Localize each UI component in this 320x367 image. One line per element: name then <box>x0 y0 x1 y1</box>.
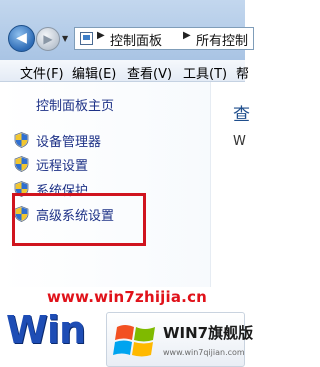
forward-button[interactable]: ▶ <box>36 27 60 51</box>
menu-view[interactable]: 查看(V) <box>127 63 172 82</box>
breadcrumb-all-items[interactable]: 所有控制 <box>196 30 248 49</box>
address-bar[interactable]: ▶ 控制面板 ▶ 所有控制 <box>74 27 254 50</box>
shield-icon <box>14 156 29 172</box>
menu-tools[interactable]: 工具(T) <box>183 63 227 82</box>
highlight-annotation <box>12 193 146 246</box>
control-panel-home-link[interactable]: 控制面板主页 <box>36 95 114 114</box>
recent-pages-dropdown[interactable]: ▼ <box>62 34 68 43</box>
content-text: W <box>233 134 246 149</box>
back-button[interactable]: ◀ <box>8 25 35 52</box>
breadcrumb-control-panel[interactable]: 控制面板 <box>110 30 162 49</box>
task-label: 设备管理器 <box>36 135 102 150</box>
watermark-url: www.win7zhijia.cn <box>47 288 208 306</box>
watermark-badge: WIN7旗舰版 www.win7qijian.com <box>106 312 253 367</box>
arrow-right-icon: ▶ <box>43 32 53 46</box>
content-pane: 查 W <box>210 82 250 287</box>
control-panel-icon <box>80 32 93 45</box>
task-pane: 控制面板主页 设备管理器 远程设置 系统保护 高级系统设置 <box>0 82 210 287</box>
window-titlebar: ◀ ▶ ▼ ▶ 控制面板 ▶ 所有控制 <box>0 0 254 60</box>
menu-bar: 文件(F) 编辑(E) 查看(V) 工具(T) 帮 <box>0 60 249 82</box>
chevron-right-icon[interactable]: ▶ <box>183 30 191 41</box>
chevron-right-icon[interactable]: ▶ <box>97 30 105 41</box>
content-heading: 查 <box>233 105 250 125</box>
menu-help[interactable]: 帮 <box>236 63 249 82</box>
watermark-logo-text: Win <box>6 308 86 352</box>
menu-edit[interactable]: 编辑(E) <box>72 63 116 82</box>
task-label: 远程设置 <box>36 159 89 174</box>
windows-logo-icon <box>113 325 155 357</box>
arrow-left-icon: ◀ <box>16 30 27 46</box>
menu-file[interactable]: 文件(F) <box>20 63 64 82</box>
watermark-badge-url: www.win7qijian.com <box>163 348 245 357</box>
watermark-badge-title: WIN7旗舰版 <box>163 324 254 342</box>
shield-icon <box>14 132 29 148</box>
